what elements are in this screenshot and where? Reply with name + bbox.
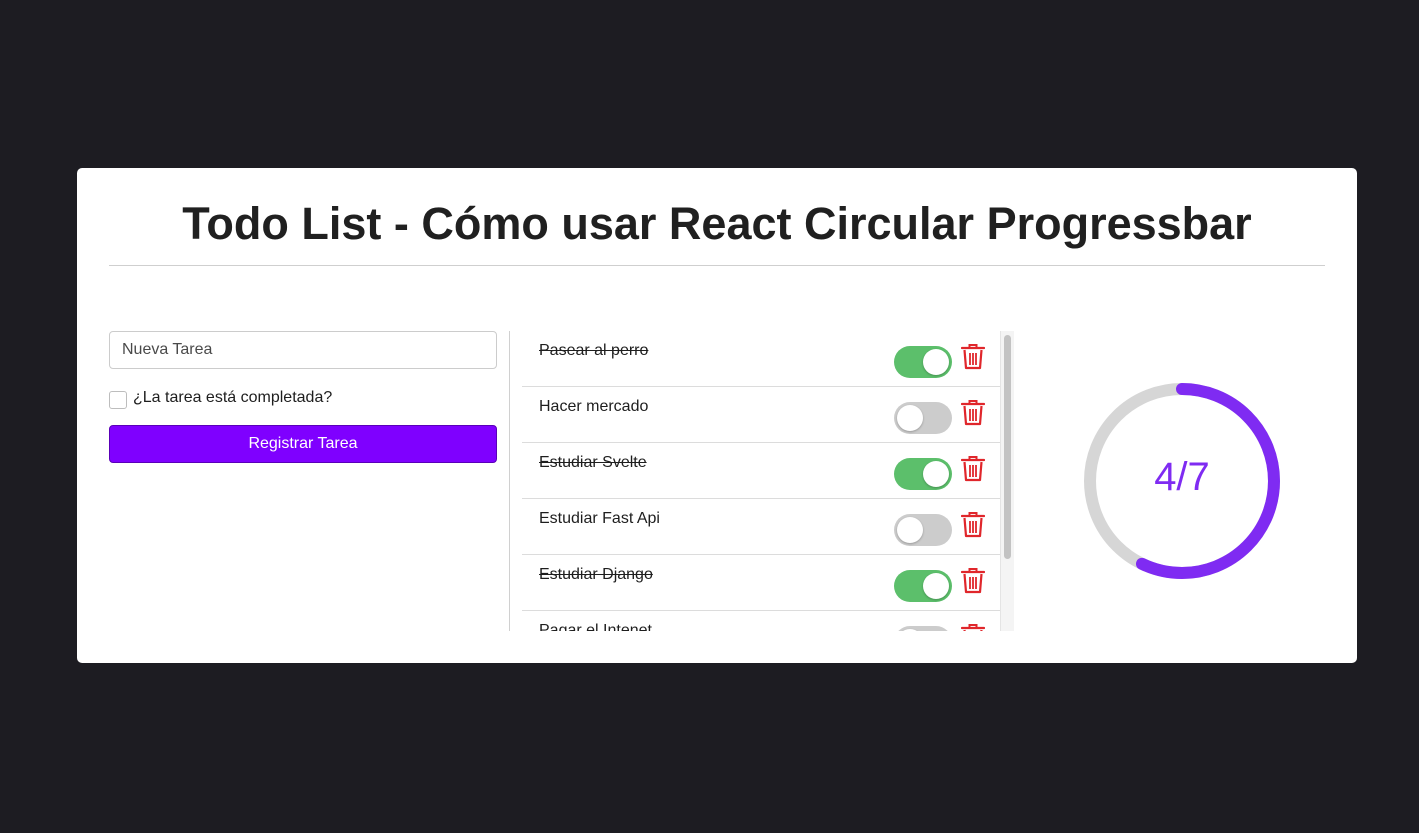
completed-checkbox-label: ¿La tarea está completada? [133,389,333,406]
trash-icon[interactable] [960,343,986,370]
task-complete-toggle[interactable] [894,402,952,434]
trash-icon[interactable] [960,399,986,426]
task-complete-toggle[interactable] [894,346,952,378]
completed-checkbox-row[interactable]: ¿La tarea está completada? [109,387,332,409]
task-list-scrollbar[interactable] [1000,331,1014,631]
completed-checkbox[interactable] [109,391,127,409]
trash-icon[interactable] [960,455,986,482]
new-task-input[interactable] [109,331,497,369]
page-title: Todo List - Cómo usar React Circular Pro… [182,198,1252,249]
task-list-panel: Pasear al perro Hacer mercado Estudiar Sve… [509,331,1016,631]
trash-icon[interactable] [960,511,986,538]
circular-progressbar: 4/7 [1080,379,1284,583]
task-complete-toggle[interactable] [894,570,952,602]
toggle-knob [923,461,949,487]
toggle-knob [897,629,923,631]
title-divider [109,265,1325,266]
progress-label: 4/7 [1154,455,1210,499]
task-name: Estudiar Django [539,566,653,583]
task-item: Estudiar Django [522,555,1000,611]
task-item: Pasear al perro [522,331,1000,387]
task-name: Estudiar Fast Api [539,510,660,527]
task-item: Hacer mercado [522,387,1000,443]
task-name: Hacer mercado [539,398,649,415]
toggle-knob [897,517,923,543]
task-name: Pasear al perro [539,342,649,359]
toggle-knob [923,573,949,599]
trash-icon[interactable] [960,567,986,594]
task-item: Estudiar Fast Api [522,499,1000,555]
register-task-button[interactable]: Registrar Tarea [109,425,497,463]
todo-card: Todo List - Cómo usar React Circular Pro… [77,168,1357,663]
task-list: Pasear al perro Hacer mercado Estudiar Sve… [522,331,1000,631]
task-complete-toggle[interactable] [894,626,952,631]
task-name: Pagar el Intenet [539,622,652,631]
task-item: Pagar el Intenet [522,611,1000,631]
task-name: Estudiar Svelte [539,454,647,471]
task-complete-toggle[interactable] [894,458,952,490]
toggle-knob [897,405,923,431]
scrollbar-thumb[interactable] [1004,335,1011,559]
toggle-knob [923,349,949,375]
task-item: Estudiar Svelte [522,443,1000,499]
trash-icon[interactable] [960,623,986,631]
task-complete-toggle[interactable] [894,514,952,546]
